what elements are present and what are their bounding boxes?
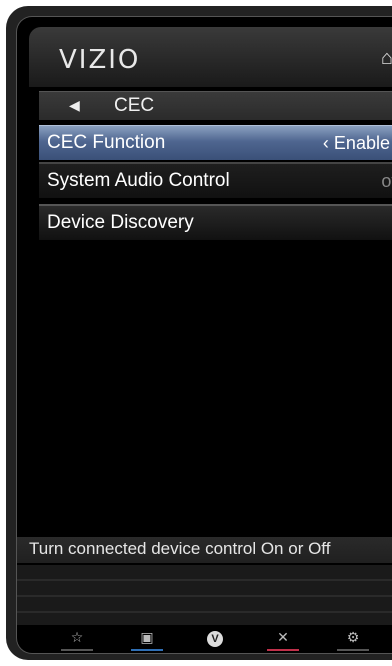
menu-item-label: Device Discovery bbox=[47, 212, 194, 233]
vizio-logo: VIZIO bbox=[59, 45, 141, 75]
vizio-v-icon[interactable]: V bbox=[195, 629, 235, 653]
star-icon[interactable]: ☆ bbox=[57, 629, 97, 653]
menu-item-system-audio-control[interactable]: System Audio Control off bbox=[39, 162, 392, 198]
top-bar: VIZIO ⌂ bbox=[29, 27, 392, 87]
home-icon[interactable]: ⌂ bbox=[381, 47, 392, 70]
close-icon[interactable]: ✕ bbox=[263, 629, 303, 653]
menu-item-device-discovery[interactable]: Device Discovery bbox=[39, 204, 392, 240]
menu-item-label: CEC Function bbox=[47, 132, 166, 153]
breadcrumb-title: CEC bbox=[114, 95, 155, 116]
back-arrow-icon[interactable]: ◀ bbox=[69, 97, 80, 114]
menu-item-cec-function[interactable]: CEC Function ‹ Enable › bbox=[39, 125, 392, 160]
help-text: Turn connected device control On or Off bbox=[29, 539, 331, 558]
option-value: Enable bbox=[333, 133, 390, 153]
breadcrumb[interactable]: ◀ CEC bbox=[39, 91, 392, 120]
bottom-bar: ☆ ▣ V ✕ ⚙ bbox=[17, 629, 392, 653]
settings-gear-icon[interactable]: ⚙ bbox=[333, 629, 373, 653]
help-area-stripes bbox=[17, 565, 392, 625]
help-bar: Turn connected device control On or Off bbox=[17, 537, 392, 563]
tv-bezel: VIZIO ⌂ ◀ CEC CEC Function ‹ Enable › Sy… bbox=[6, 6, 392, 660]
menu-item-label: System Audio Control bbox=[47, 170, 230, 191]
option-value: off bbox=[381, 171, 392, 191]
input-icon[interactable]: ▣ bbox=[127, 629, 167, 653]
tv-screen: VIZIO ⌂ ◀ CEC CEC Function ‹ Enable › Sy… bbox=[16, 16, 392, 654]
cec-function-value[interactable]: ‹ Enable › bbox=[323, 133, 392, 154]
left-arrow-icon[interactable]: ‹ bbox=[323, 133, 329, 153]
